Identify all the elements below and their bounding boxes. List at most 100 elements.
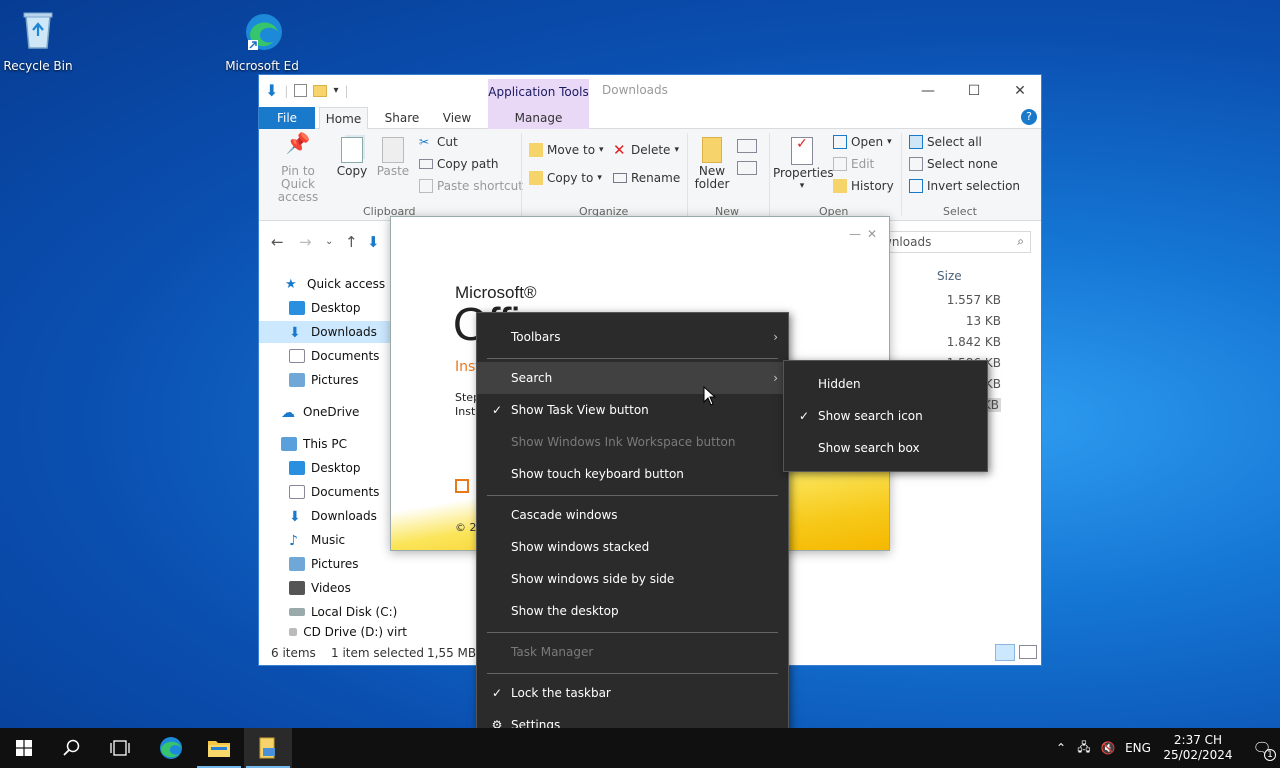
volume-muted-icon[interactable]: 🔇 (1096, 741, 1120, 755)
search-icon (63, 739, 80, 756)
menu-item-touch-keyboard[interactable]: Show touch keyboard button (477, 458, 788, 490)
tab-manage[interactable]: Manage (488, 107, 589, 129)
menu-item-cascade-windows[interactable]: Cascade windows (477, 499, 788, 531)
nav-pictures[interactable]: Pictures (259, 369, 407, 391)
paste-button[interactable]: Paste (375, 137, 411, 178)
help-icon[interactable]: ? (1021, 109, 1037, 125)
edge-icon (246, 14, 282, 50)
task-view-button[interactable] (96, 728, 144, 768)
close-button[interactable]: ✕ (997, 79, 1043, 103)
submenu-item-hidden[interactable]: Hidden (784, 368, 987, 400)
system-tray: ⌃ 🖧 🔇 ENG 2:37 CH 25/02/2024 🗨 1 (1050, 728, 1280, 768)
open-button[interactable]: Open ▾ (833, 135, 892, 149)
folder-icon (702, 137, 722, 163)
column-header-size[interactable]: Size (937, 269, 962, 283)
maximize-button[interactable]: ☐ (951, 79, 997, 103)
rename-button[interactable]: Rename (613, 171, 680, 185)
nav-pc-desktop[interactable]: Desktop (259, 457, 407, 479)
taskbar-file-explorer-button[interactable] (195, 728, 243, 768)
taskbar-office-setup-button[interactable] (244, 728, 292, 768)
copy-to-button[interactable]: Copy to ▾ (529, 171, 602, 185)
nav-pc-videos[interactable]: Videos (259, 577, 407, 599)
edge-icon (160, 737, 182, 759)
properties-icon: ✓ (791, 137, 813, 165)
show-hidden-icons-icon[interactable]: ⌃ (1050, 741, 1072, 755)
copy-button[interactable]: Copy (335, 137, 369, 178)
desktop-icon-microsoft-edge[interactable]: Microsoft Ed (224, 8, 300, 73)
move-to-button[interactable]: Move to ▾ (529, 143, 604, 157)
nav-pc-music[interactable]: ♪ Music (259, 529, 407, 551)
edit-button[interactable]: Edit (833, 157, 874, 171)
nav-pc-downloads[interactable]: ⬇ Downloads (259, 505, 407, 527)
properties-button[interactable]: ✓ Properties ▾ (773, 137, 834, 193)
tab-home[interactable]: Home (319, 107, 368, 130)
pictures-icon (289, 373, 305, 387)
search-button[interactable] (48, 728, 96, 768)
forward-arrow-icon[interactable]: → (299, 233, 312, 251)
properties-qat-icon[interactable] (294, 84, 308, 97)
tab-file[interactable]: File (259, 107, 315, 129)
history-button[interactable]: History (833, 179, 894, 193)
tab-share[interactable]: Share (379, 107, 425, 129)
start-button[interactable] (0, 728, 48, 768)
minimize-button[interactable]: — (905, 79, 951, 103)
details-view-icon[interactable] (995, 644, 1015, 661)
paste-shortcut-button[interactable]: Paste shortcut (419, 179, 523, 193)
select-all-icon (909, 135, 923, 149)
menu-item-side-by-side[interactable]: Show windows side by side (477, 563, 788, 595)
desktop-icon-label: Microsoft Ed (225, 59, 299, 73)
office-close-button[interactable]: ✕ (867, 227, 877, 241)
documents-icon (289, 485, 305, 499)
windows-logo-icon (16, 740, 32, 756)
search-input[interactable]: wnloads ⌕ (875, 231, 1031, 253)
cut-button[interactable]: ✂ Cut (419, 135, 458, 149)
nav-pc-documents[interactable]: Documents (259, 481, 407, 503)
disk-icon (289, 608, 305, 616)
menu-item-lock-taskbar[interactable]: ✓ Lock the taskbar (477, 677, 788, 709)
select-none-button[interactable]: Select none (909, 157, 998, 171)
menu-item-search[interactable]: Search › (477, 362, 788, 394)
up-arrow-icon[interactable]: ↑ (345, 233, 358, 251)
chevron-right-icon: › (773, 371, 778, 385)
clock[interactable]: 2:37 CH 25/02/2024 (1156, 733, 1240, 763)
select-all-button[interactable]: Select all (909, 135, 982, 149)
menu-item-toolbars[interactable]: Toolbars › (477, 321, 788, 353)
office-minimize-button[interactable]: — (849, 227, 861, 241)
ribbon-home: 📌 Pin to Quick access Copy Paste ✂ Cut C… (259, 129, 1041, 221)
invert-selection-button[interactable]: Invert selection (909, 179, 1020, 193)
paste-icon (382, 137, 404, 163)
submenu-item-show-search-box[interactable]: Show search box (784, 432, 987, 464)
network-icon[interactable]: 🖧 (1072, 738, 1096, 759)
nav-desktop[interactable]: Desktop (259, 297, 407, 319)
input-language[interactable]: ENG (1120, 741, 1156, 755)
nav-local-disk[interactable]: Local Disk (C:) (259, 601, 407, 623)
qat-dropdown-icon[interactable]: ▾ (333, 85, 338, 96)
new-item-icon[interactable] (737, 139, 757, 153)
nav-onedrive[interactable]: ☁ OneDrive (259, 401, 407, 423)
recent-locations-icon[interactable]: ⌄ (325, 236, 333, 247)
invert-selection-icon (909, 179, 923, 193)
menu-item-show-task-view[interactable]: ✓ Show Task View button (477, 394, 788, 426)
nav-this-pc[interactable]: This PC (259, 433, 407, 455)
easy-access-icon[interactable] (737, 161, 757, 175)
back-arrow-icon[interactable]: ← (271, 233, 284, 251)
nav-pc-pictures[interactable]: Pictures (259, 553, 407, 575)
item-count: 6 items (271, 646, 316, 660)
new-folder-qat-icon[interactable] (313, 84, 328, 97)
nav-quick-access[interactable]: ★ Quick access (259, 273, 407, 295)
menu-item-windows-stacked[interactable]: Show windows stacked (477, 531, 788, 563)
action-center-button[interactable]: 🗨 1 (1240, 739, 1280, 761)
menu-item-show-desktop[interactable]: Show the desktop (477, 595, 788, 627)
pin-to-quick-access-button[interactable]: 📌 Pin to Quick access (263, 133, 333, 204)
taskbar-edge-button[interactable] (147, 728, 195, 768)
nav-documents[interactable]: Documents (259, 345, 407, 367)
large-icons-view-icon[interactable] (1019, 645, 1037, 659)
copy-path-button[interactable]: Copy path (419, 157, 499, 171)
submenu-item-show-search-icon[interactable]: ✓ Show search icon (784, 400, 987, 432)
nav-cd-drive[interactable]: CD Drive (D:) virt (259, 625, 407, 639)
tab-view[interactable]: View (435, 107, 479, 129)
desktop-icon-recycle-bin[interactable]: Recycle Bin (0, 8, 76, 73)
nav-downloads[interactable]: ⬇ Downloads (259, 321, 407, 343)
delete-button[interactable]: ✕ Delete ▾ (613, 143, 679, 158)
new-folder-button[interactable]: New folder (691, 137, 733, 191)
